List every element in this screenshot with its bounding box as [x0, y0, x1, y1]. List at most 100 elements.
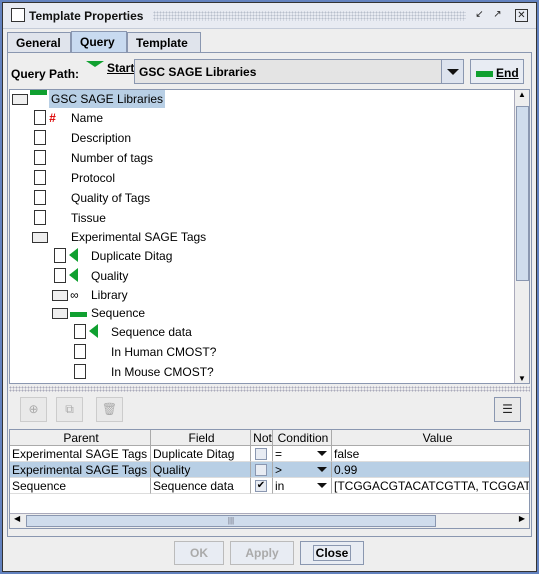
tree-node-label: Quality — [91, 269, 129, 283]
field-cell: Sequence data — [151, 478, 251, 494]
query-tree[interactable]: ▲ ▼ GSC SAGE Libraries # Name Description Num… — [9, 89, 530, 384]
tree-node-label: Sequence data — [111, 325, 192, 339]
chevron-down-icon[interactable] — [317, 483, 327, 488]
document-icon — [34, 210, 46, 225]
template-properties-window: Template Properties ↙ ↗ ✕ General Query … — [2, 2, 537, 572]
condition-cell[interactable]: = — [273, 446, 332, 462]
tab-general[interactable]: General — [7, 32, 71, 52]
tree-node-label: Sequence — [91, 306, 146, 320]
chevron-down-icon[interactable] — [317, 467, 327, 472]
columns-button[interactable]: ☰ — [494, 397, 521, 422]
value-cell[interactable]: [TCGGACGTACATCGTTA, TCGGATA — [332, 478, 529, 494]
value-cell[interactable]: 0.99 — [332, 462, 529, 478]
not-checkbox[interactable]: ✔ — [255, 480, 267, 492]
parent-cell: Experimental SAGE Tags — [10, 462, 151, 478]
not-checkbox[interactable] — [255, 448, 267, 460]
chevron-down-icon[interactable] — [317, 451, 327, 456]
constraint-marker-icon — [69, 248, 78, 262]
tree-node-label: In Mouse CMOST? — [111, 365, 214, 379]
query-panel: Query Path: Start GSC SAGE Libraries End… — [7, 52, 532, 537]
window-title: Template Properties — [29, 9, 144, 23]
tree-node-label: Duplicate Ditag — [91, 249, 173, 263]
chevron-down-icon[interactable] — [441, 60, 463, 83]
document-icon — [34, 150, 46, 165]
close-icon[interactable]: ✕ — [515, 9, 528, 22]
document-icon — [34, 170, 46, 185]
column-header[interactable]: Field — [151, 430, 251, 446]
not-cell — [251, 462, 273, 478]
document-icon — [74, 344, 86, 359]
parent-cell: Sequence — [10, 478, 151, 494]
document-icon — [74, 364, 86, 379]
folder-icon — [32, 232, 48, 243]
tree-node-label: Tissue — [71, 211, 106, 225]
apply-button[interactable]: Apply — [230, 541, 294, 565]
table-row[interactable]: Sequence Sequence data ✔ in [TCGGACGTACA… — [10, 478, 529, 494]
tree-node-label: Number of tags — [71, 151, 154, 165]
maximize-icon[interactable]: ↗ — [491, 9, 504, 22]
column-header[interactable]: Not — [251, 430, 273, 446]
table-horizontal-scrollbar[interactable]: ◀ ||| ▶ — [10, 513, 529, 528]
constraint-marker-icon — [89, 324, 98, 338]
scroll-thumb[interactable]: ||| — [26, 515, 436, 527]
tree-node-label: In Human CMOST? — [111, 345, 217, 359]
minimize-icon[interactable]: ↙ — [473, 9, 486, 22]
edit-icon — [11, 8, 25, 22]
close-button[interactable]: Close — [300, 541, 364, 565]
delete-icon[interactable]: 🗑 — [96, 397, 123, 422]
start-label: Start — [86, 61, 134, 75]
condition-cell[interactable]: > — [273, 462, 332, 478]
link-icon: ∞ — [70, 288, 79, 302]
not-cell — [251, 446, 273, 462]
ok-button[interactable]: OK — [174, 541, 224, 565]
title-bar[interactable]: Template Properties ↙ ↗ ✕ — [3, 3, 536, 29]
tree-vertical-scrollbar[interactable]: ▲ ▼ — [514, 90, 529, 383]
document-icon — [54, 248, 66, 263]
parent-cell: Experimental SAGE Tags — [10, 446, 151, 462]
start-select-value: GSC SAGE Libraries — [139, 65, 257, 79]
hash-icon: # — [49, 111, 56, 125]
document-icon — [34, 190, 46, 205]
splitter[interactable] — [9, 386, 530, 392]
document-icon — [54, 268, 66, 283]
document-icon — [34, 130, 46, 145]
folder-icon — [12, 94, 28, 105]
table-row[interactable]: Experimental SAGE Tags Quality > 0.99 — [10, 462, 529, 478]
tree-node-label: Protocol — [71, 171, 116, 185]
start-select[interactable]: GSC SAGE Libraries — [134, 59, 464, 84]
column-header[interactable]: Condition — [273, 430, 332, 446]
tab-query[interactable]: Query — [71, 31, 127, 53]
tree-node-label: Experimental SAGE Tags — [71, 230, 207, 244]
constraint-marker-icon — [69, 268, 78, 282]
copy-button[interactable]: ⧉ — [56, 397, 83, 422]
scroll-thumb[interactable] — [516, 106, 529, 281]
end-button[interactable]: End — [470, 59, 524, 84]
path-marker-icon — [70, 312, 87, 317]
not-checkbox[interactable] — [255, 464, 267, 476]
path-marker-icon — [30, 90, 47, 95]
field-cell: Quality — [151, 462, 251, 478]
tab-template[interactable]: Template — [127, 32, 201, 52]
end-marker-icon — [476, 71, 493, 77]
not-cell: ✔ — [251, 478, 273, 494]
tree-node-label: GSC SAGE Libraries — [49, 90, 166, 108]
document-icon — [74, 324, 86, 339]
condition-cell[interactable]: in — [273, 478, 332, 494]
add-constraint-button[interactable]: ⊕ — [20, 397, 47, 422]
table-row[interactable]: Experimental SAGE Tags Duplicate Ditag =… — [10, 446, 529, 462]
table-header: Parent Field Not Condition Value — [10, 430, 529, 446]
folder-icon — [52, 290, 68, 301]
title-grip — [153, 11, 466, 21]
tree-node-label: Library — [91, 288, 128, 302]
constraints-table: ◀ ||| ▶ Parent Field Not Condition Value Experi… — [9, 429, 530, 529]
start-marker-icon — [86, 61, 104, 67]
column-header[interactable]: Parent — [10, 430, 151, 446]
column-header[interactable]: Value — [332, 430, 529, 446]
value-cell[interactable]: false — [332, 446, 529, 462]
query-path-label: Query Path: — [11, 67, 80, 81]
tree-node-label: Quality of Tags — [71, 191, 151, 205]
tree-node-label: Description — [71, 131, 132, 145]
field-cell: Duplicate Ditag — [151, 446, 251, 462]
document-icon — [34, 110, 46, 125]
folder-icon — [52, 308, 68, 319]
